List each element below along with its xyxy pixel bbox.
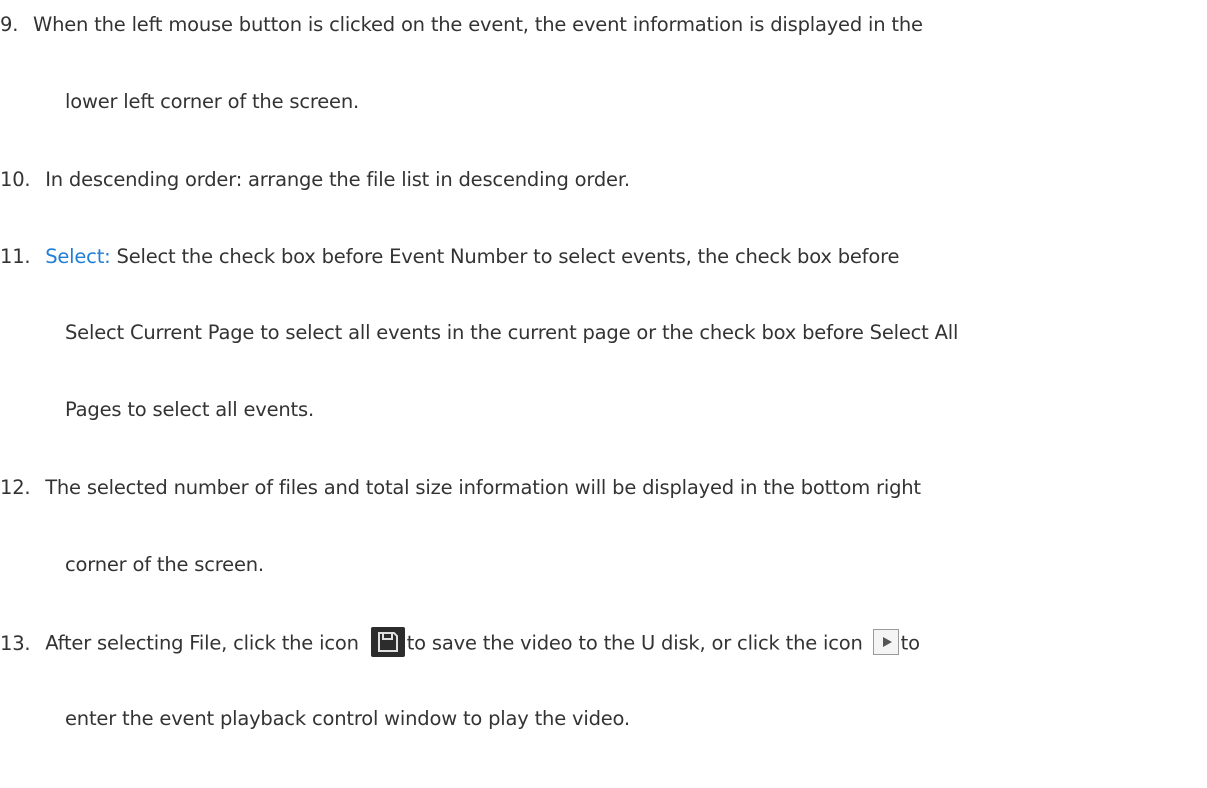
item-9-line-2: lower left corner of the screen. (65, 89, 359, 115)
item-10-line-1: 10. In descending order: arrange the fil… (0, 167, 630, 193)
item-13-line-1: 13. After selecting File, click the icon… (0, 627, 920, 659)
play-icon (872, 629, 899, 655)
item-13-text-b: to save the video to the U disk, or clic… (406, 631, 863, 655)
item-12-line-2: corner of the screen. (65, 552, 264, 578)
item-9-number: 9. (0, 13, 19, 36)
item-12-line-1: 12. The selected number of files and tot… (0, 475, 921, 501)
item-12-text-2: corner of the screen. (65, 553, 264, 576)
item-9-text-2: lower left corner of the screen. (65, 90, 360, 113)
item-11-text-2: Select Current Page to select all events… (65, 321, 959, 344)
item-11-line-3: Pages to select all events. (65, 397, 314, 423)
item-12-text-1: The selected number of files and total s… (45, 476, 921, 499)
item-13-text-2: enter the event playback control window … (65, 707, 630, 730)
item-11-line-1: 11. Select: Select the check box before … (0, 244, 899, 270)
save-icon (370, 627, 405, 657)
item-11-text-3: Pages to select all events. (65, 398, 314, 421)
item-11-number: 11. (0, 245, 31, 268)
item-13-number: 13. (0, 631, 31, 655)
item-9-line-1: 9. When the left mouse button is clicked… (0, 12, 923, 38)
item-13-text-a: After selecting File, click the icon (45, 631, 359, 655)
item-13-line-2: enter the event playback control window … (65, 706, 630, 732)
item-11-highlight: Select: (45, 245, 111, 268)
item-10-text-1: In descending order: arrange the file li… (45, 168, 630, 191)
item-11-text-1: Select the check box before Event Number… (110, 245, 900, 268)
item-12-number: 12. (0, 476, 31, 499)
item-13-text-c: to (900, 631, 920, 655)
item-11-line-2: Select Current Page to select all events… (65, 320, 958, 346)
item-9-text-1: When the left mouse button is clicked on… (32, 13, 923, 36)
item-10-number: 10. (0, 168, 31, 191)
